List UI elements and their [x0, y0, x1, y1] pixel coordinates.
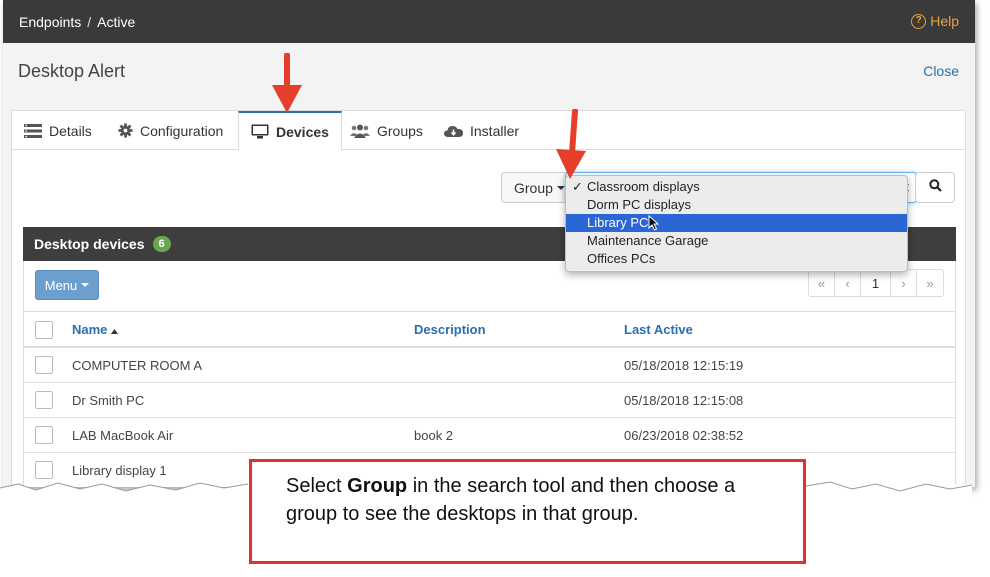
column-name-header[interactable]: Name: [72, 312, 119, 346]
tab-bar: Details Configuration Devices Groups Ins…: [12, 111, 965, 151]
tab-installer[interactable]: Installer: [432, 111, 531, 150]
device-name[interactable]: LAB MacBook Air: [72, 418, 173, 452]
breadcrumb-separator: /: [87, 13, 92, 30]
page-title: Desktop Alert: [18, 61, 126, 81]
table-row[interactable]: Dr Smith PC 05/18/2018 12:15:08: [24, 383, 955, 418]
question-circle-icon: ?: [911, 13, 927, 29]
tab-panel: Details Configuration Devices Groups Ins…: [11, 110, 966, 487]
device-name[interactable]: COMPUTER ROOM A: [72, 348, 202, 382]
users-icon: [350, 124, 370, 138]
tab-label: Installer: [470, 122, 520, 139]
column-label: Name: [72, 321, 108, 337]
tab-configuration[interactable]: Configuration: [106, 111, 235, 150]
device-name[interactable]: Dr Smith PC: [72, 383, 144, 417]
close-link[interactable]: Close: [923, 63, 959, 79]
device-last-active: 05/18/2018 12:15:19: [624, 357, 744, 373]
caret-down-icon: [556, 185, 565, 190]
tab-label: Devices: [276, 123, 329, 140]
callout-text: Select: [286, 475, 348, 497]
select-all-checkbox[interactable]: [35, 321, 53, 339]
row-checkbox[interactable]: [35, 391, 53, 409]
cloud-download-icon: [444, 124, 463, 138]
last-page-button[interactable]: »: [917, 270, 943, 296]
tab-details[interactable]: Details: [12, 111, 104, 150]
menu-button[interactable]: Menu: [35, 270, 99, 300]
arrow-down-icon: [556, 109, 586, 179]
dropdown-option-offices-pcs[interactable]: Offices PCs: [566, 250, 907, 268]
top-bar: Endpoints / Active ? Help: [3, 0, 975, 43]
option-label: Library PCs: [587, 215, 655, 230]
dropdown-option-maintenance-garage[interactable]: Maintenance Garage: [566, 232, 907, 250]
option-label: Classroom displays: [587, 179, 700, 194]
search-icon: [928, 178, 942, 197]
dropdown-option-dorm-pc-displays[interactable]: Dorm PC displays: [566, 196, 907, 214]
breadcrumb-current: Active: [97, 13, 136, 30]
callout-bold-text: Group: [347, 475, 408, 497]
prev-page-button[interactable]: ‹: [835, 270, 861, 296]
device-description: book 2: [414, 427, 454, 443]
devices-title: Desktop devices: [34, 236, 145, 252]
device-last-active: 05/18/2018 12:15:08: [624, 392, 744, 408]
tab-groups[interactable]: Groups: [338, 111, 435, 150]
table-row[interactable]: COMPUTER ROOM A 05/18/2018 12:15:19: [24, 348, 955, 383]
menu-label: Menu: [44, 277, 78, 293]
table-row[interactable]: LAB MacBook Air book 2 06/23/2018 02:38:…: [24, 418, 955, 453]
row-checkbox[interactable]: [35, 426, 53, 444]
row-checkbox[interactable]: [35, 356, 53, 374]
group-dropdown-list: ✓ Classroom displays Dorm PC displays Li…: [565, 175, 908, 272]
dropdown-option-library-pcs[interactable]: Library PCs: [566, 214, 907, 232]
arrow-down-icon: [272, 53, 302, 113]
pagination: « ‹ 1 › »: [808, 269, 944, 297]
gear-icon: [118, 123, 133, 138]
sort-asc-icon: [111, 322, 119, 337]
next-page-button[interactable]: ›: [891, 270, 917, 296]
column-description-header[interactable]: Description: [414, 312, 486, 346]
monitor-icon: [251, 124, 269, 139]
column-last-active-header[interactable]: Last Active: [624, 312, 693, 346]
tab-label: Details: [49, 122, 92, 139]
tab-label: Groups: [377, 122, 423, 139]
device-count-badge: 6: [152, 236, 171, 252]
help-link[interactable]: ? Help: [911, 13, 959, 29]
caret-down-icon: [81, 283, 90, 287]
dropdown-option-classroom-displays[interactable]: ✓ Classroom displays: [566, 178, 907, 196]
search-field-label: Group: [514, 179, 553, 196]
tab-label: Configuration: [140, 122, 224, 139]
device-last-active: 06/23/2018 02:38:52: [624, 427, 744, 443]
search-button[interactable]: [915, 172, 955, 203]
devices-table-area: Menu « ‹ 1 › » Name Description Last Act…: [23, 261, 956, 487]
first-page-button[interactable]: «: [809, 270, 835, 296]
current-page[interactable]: 1: [861, 270, 891, 296]
list-icon: [24, 123, 42, 138]
help-label: Help: [930, 13, 959, 29]
tab-devices[interactable]: Devices: [238, 111, 342, 151]
instruction-callout: Select Group in the search tool and then…: [249, 459, 806, 564]
breadcrumb-parent[interactable]: Endpoints: [19, 14, 81, 30]
table-header: Name Description Last Active: [24, 311, 955, 348]
